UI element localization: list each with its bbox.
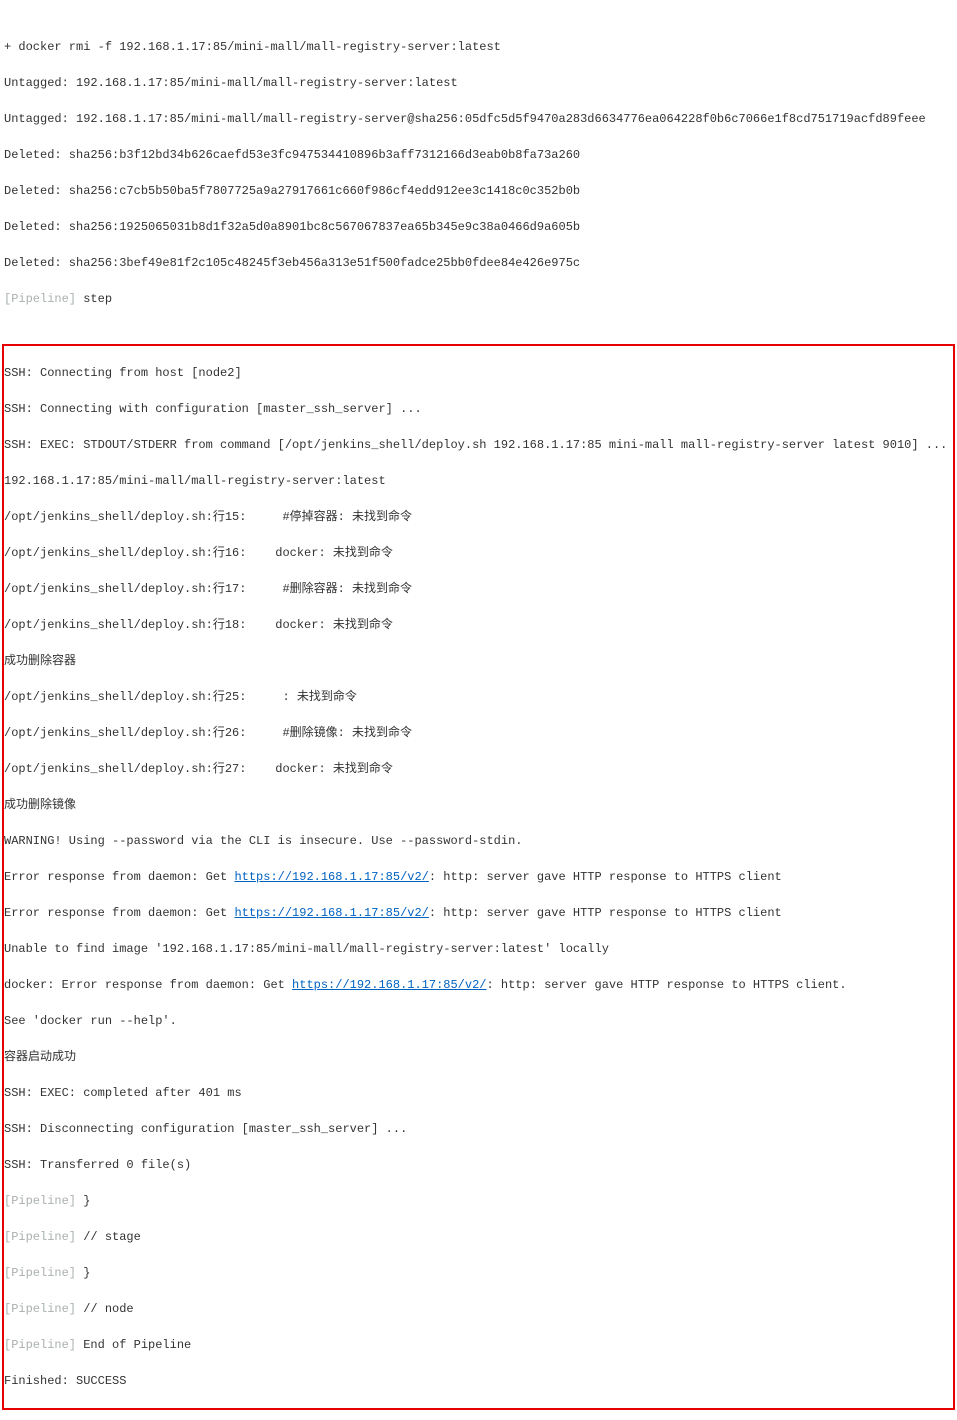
script-error-line: /opt/jenkins_shell/deploy.sh:行18: docker… bbox=[4, 616, 953, 634]
output-line: See 'docker run --help'. bbox=[4, 1012, 953, 1030]
script-error-line: /opt/jenkins_shell/deploy.sh:行26: #删除镜像:… bbox=[4, 724, 953, 742]
ssh-line: SSH: Disconnecting configuration [master… bbox=[4, 1120, 953, 1138]
ssh-line: SSH: Connecting from host [node2] bbox=[4, 364, 953, 382]
pipeline-step: step bbox=[76, 292, 112, 306]
ssh-exec-line: SSH: EXEC: STDOUT/STDERR from command [/… bbox=[4, 436, 953, 454]
pipeline-label: [Pipeline] bbox=[4, 1302, 76, 1316]
output-line: Deleted: sha256:3bef49e81f2c105c48245f3e… bbox=[4, 254, 955, 272]
success-line: 成功删除容器 bbox=[4, 652, 953, 670]
output-line: Unable to find image '192.168.1.17:85/mi… bbox=[4, 940, 953, 958]
script-error-line: /opt/jenkins_shell/deploy.sh:行25: : 未找到命… bbox=[4, 688, 953, 706]
output-line: Deleted: sha256:b3f12bd34b626caefd53e3fc… bbox=[4, 146, 955, 164]
pipeline-line: [Pipeline] // node bbox=[4, 1300, 953, 1318]
pipeline-label: [Pipeline] bbox=[4, 1230, 76, 1244]
output-line: Deleted: sha256:1925065031b8d1f32a5d0a89… bbox=[4, 218, 955, 236]
url-link[interactable]: https://192.168.1.17:85/v2/ bbox=[234, 870, 428, 884]
ssh-line: SSH: EXEC: completed after 401 ms bbox=[4, 1084, 953, 1102]
output-line: Untagged: 192.168.1.17:85/mini-mall/mall… bbox=[4, 110, 955, 128]
finish-line: Finished: SUCCESS bbox=[4, 1372, 953, 1390]
pipeline-line: [Pipeline] // stage bbox=[4, 1228, 953, 1246]
ssh-line: SSH: Connecting with configuration [mast… bbox=[4, 400, 953, 418]
console-output: + docker rmi -f 192.168.1.17:85/mini-mal… bbox=[2, 2, 955, 1420]
url-link[interactable]: https://192.168.1.17:85/v2/ bbox=[292, 978, 486, 992]
output-line: 192.168.1.17:85/mini-mall/mall-registry-… bbox=[4, 472, 953, 490]
error-line: Error response from daemon: Get https://… bbox=[4, 904, 953, 922]
output-line: Deleted: sha256:c7cb5b50ba5f7807725a9a27… bbox=[4, 182, 955, 200]
pipeline-line: [Pipeline] step bbox=[4, 290, 955, 308]
pipeline-line: [Pipeline] End of Pipeline bbox=[4, 1336, 953, 1354]
script-error-line: /opt/jenkins_shell/deploy.sh:行17: #删除容器:… bbox=[4, 580, 953, 598]
url-link[interactable]: https://192.168.1.17:85/v2/ bbox=[234, 906, 428, 920]
ssh-line: SSH: Transferred 0 file(s) bbox=[4, 1156, 953, 1174]
pipeline-line: [Pipeline] } bbox=[4, 1264, 953, 1282]
script-error-line: /opt/jenkins_shell/deploy.sh:行27: docker… bbox=[4, 760, 953, 778]
output-line: Untagged: 192.168.1.17:85/mini-mall/mall… bbox=[4, 74, 955, 92]
success-line: 成功删除镜像 bbox=[4, 796, 953, 814]
pipeline-line: [Pipeline] } bbox=[4, 1192, 953, 1210]
pipeline-label: [Pipeline] bbox=[4, 1338, 76, 1352]
error-line: docker: Error response from daemon: Get … bbox=[4, 976, 953, 994]
console-top-section: + docker rmi -f 192.168.1.17:85/mini-mal… bbox=[2, 20, 955, 326]
highlighted-section: SSH: Connecting from host [node2] SSH: C… bbox=[2, 344, 955, 1410]
script-error-line: /opt/jenkins_shell/deploy.sh:行16: docker… bbox=[4, 544, 953, 562]
cmd-line: + docker rmi -f 192.168.1.17:85/mini-mal… bbox=[4, 38, 955, 56]
success-line: 容器启动成功 bbox=[4, 1048, 953, 1066]
pipeline-label: [Pipeline] bbox=[4, 292, 76, 306]
error-line: Error response from daemon: Get https://… bbox=[4, 868, 953, 886]
script-error-line: /opt/jenkins_shell/deploy.sh:行15: #停掉容器:… bbox=[4, 508, 953, 526]
pipeline-label: [Pipeline] bbox=[4, 1266, 76, 1280]
warning-line: WARNING! Using --password via the CLI is… bbox=[4, 832, 953, 850]
pipeline-label: [Pipeline] bbox=[4, 1194, 76, 1208]
